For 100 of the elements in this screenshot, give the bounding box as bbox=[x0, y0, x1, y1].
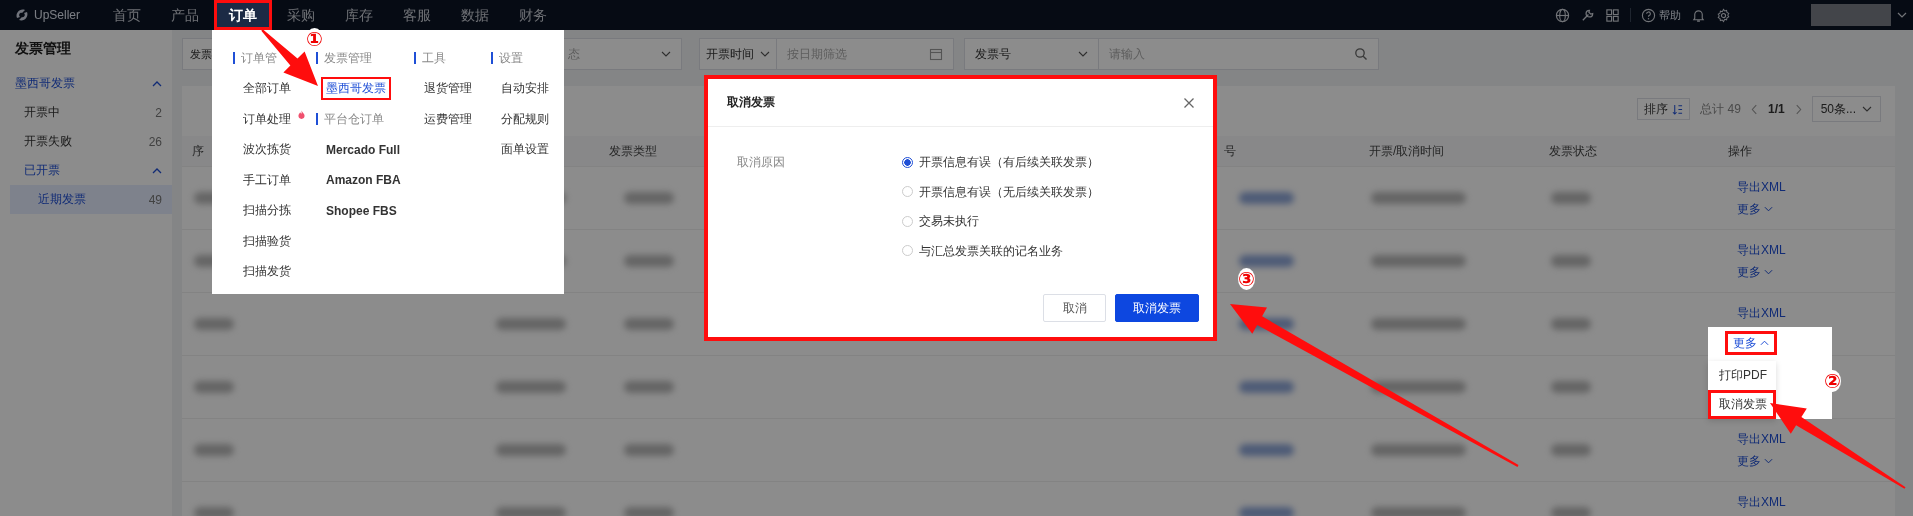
menu-item[interactable]: 手工订单 bbox=[238, 168, 296, 192]
blurred-text bbox=[496, 507, 566, 516]
apps-icon[interactable] bbox=[1605, 7, 1620, 23]
menu-item[interactable]: Mercado Full bbox=[321, 139, 405, 160]
menu-item[interactable]: 分配规则 bbox=[496, 107, 554, 131]
column-header: 发票类型 bbox=[609, 144, 657, 158]
sidebar-item[interactable]: 近期发票 49 bbox=[10, 185, 172, 214]
menu-item[interactable]: 波次拣货 bbox=[238, 138, 296, 162]
blurred-text bbox=[624, 192, 674, 204]
radio-option[interactable]: 开票信息有误（有后续关联发票） bbox=[902, 154, 1099, 170]
sidebar-item[interactable]: 开票失败 26 bbox=[0, 127, 172, 156]
chevron-down-icon bbox=[1862, 106, 1872, 112]
blurred-text bbox=[194, 318, 234, 330]
column-header: 发票状态 bbox=[1549, 144, 1597, 158]
menu-item[interactable]: 面单设置 bbox=[496, 138, 554, 162]
menu-section-title: 平台仓订单 bbox=[316, 104, 414, 135]
page-indicator: 1/1 bbox=[1767, 102, 1785, 116]
page-size-select[interactable]: 50条... bbox=[1811, 96, 1881, 122]
chevron-down-icon bbox=[1764, 269, 1773, 275]
export-link[interactable]: 导出XML bbox=[1737, 494, 1786, 510]
column-header: 开票/取消时间 bbox=[1369, 144, 1445, 158]
search-icon bbox=[1354, 47, 1368, 61]
nav-tab[interactable]: 财务 bbox=[504, 0, 562, 30]
nav-tab[interactable]: 库存 bbox=[330, 0, 388, 30]
filter-select[interactable]: 开票时间 bbox=[699, 38, 777, 70]
blurred-text bbox=[496, 381, 566, 393]
blurred-text bbox=[1551, 444, 1591, 456]
close-button[interactable] bbox=[1183, 96, 1195, 109]
radio-option[interactable]: 交易未执行 bbox=[902, 213, 1099, 229]
blurred-text bbox=[1239, 381, 1294, 393]
chevron-down-icon bbox=[1764, 206, 1773, 212]
blurred-text bbox=[1551, 381, 1591, 393]
menu-item[interactable]: Shopee FBS bbox=[321, 200, 402, 221]
logo-icon bbox=[14, 7, 30, 23]
sidebar-group[interactable]: 已开票 bbox=[0, 156, 172, 185]
menu-item[interactable]: 扫描发货 bbox=[238, 260, 296, 284]
more-dropdown[interactable]: 更多 bbox=[1725, 331, 1777, 355]
nav-tab[interactable]: 产品 bbox=[156, 0, 214, 30]
caret-icon[interactable] bbox=[1897, 12, 1907, 18]
cancel-button[interactable]: 取消 bbox=[1043, 294, 1106, 322]
more-dropdown[interactable]: 更多 bbox=[1737, 264, 1773, 280]
menu-item[interactable]: 取消发票 bbox=[1708, 390, 1776, 419]
menu-item[interactable]: Amazon FBA bbox=[321, 170, 406, 191]
wrench-icon[interactable] bbox=[1580, 7, 1595, 23]
filter-select[interactable]: 发票号 bbox=[964, 38, 1099, 70]
logo-text: UpSeller bbox=[34, 8, 81, 22]
blurred-text bbox=[1239, 444, 1294, 456]
bell-icon[interactable] bbox=[1691, 7, 1706, 23]
menu-item[interactable]: 扫描验货 bbox=[238, 229, 296, 253]
blurred-text bbox=[624, 318, 674, 330]
calendar-icon bbox=[929, 47, 943, 61]
nav-tab[interactable]: 数据 bbox=[446, 0, 504, 30]
blurred-text bbox=[194, 507, 234, 516]
menu-item[interactable]: 自动安排 bbox=[496, 77, 554, 101]
help-link[interactable]: 帮助 bbox=[1641, 7, 1681, 23]
nav-tab[interactable]: 订单 bbox=[214, 0, 272, 30]
menu-item[interactable]: 订单处理 bbox=[238, 107, 296, 131]
blurred-text bbox=[1551, 192, 1591, 204]
export-link[interactable]: 导出XML bbox=[1737, 431, 1786, 447]
confirm-button[interactable]: 取消发票 bbox=[1115, 294, 1199, 322]
blurred-text bbox=[624, 444, 674, 456]
item-count: 49 bbox=[148, 192, 162, 207]
column-header: 号 bbox=[1224, 144, 1236, 158]
blurred-text bbox=[496, 444, 566, 456]
sort-button[interactable]: 排序 bbox=[1637, 98, 1691, 120]
blurred-text bbox=[194, 381, 234, 393]
blurred-text bbox=[624, 255, 674, 267]
blurred-text bbox=[1551, 255, 1591, 267]
radio-option[interactable]: 与汇总发票关联的记名业务 bbox=[902, 242, 1099, 259]
sort-icon bbox=[1672, 103, 1684, 115]
menu-section-title: 工具 bbox=[414, 43, 491, 74]
blurred-text bbox=[194, 444, 234, 456]
export-link[interactable]: 导出XML bbox=[1737, 179, 1786, 195]
menu-item[interactable]: 墨西哥发票 bbox=[321, 77, 391, 101]
column-header: 序 bbox=[192, 144, 204, 158]
globe-icon[interactable] bbox=[1555, 7, 1570, 23]
menu-item[interactable]: 扫描分拣 bbox=[238, 199, 296, 223]
field-label: 取消原因 bbox=[737, 154, 786, 171]
settings-icon[interactable] bbox=[1716, 7, 1731, 23]
menu-item[interactable]: 退货管理 bbox=[419, 77, 477, 101]
menu-item[interactable]: 全部订单 bbox=[238, 77, 296, 101]
chevron-up-icon bbox=[1760, 340, 1769, 346]
more-dropdown[interactable]: 更多 bbox=[1737, 453, 1773, 469]
sidebar-group[interactable]: 墨西哥发票 bbox=[0, 69, 172, 98]
export-link[interactable]: 导出XML bbox=[1737, 242, 1786, 258]
dialog-title: 取消发票 bbox=[727, 94, 775, 111]
blurred-text bbox=[1239, 507, 1294, 516]
more-dropdown[interactable]: 更多 bbox=[1737, 201, 1773, 217]
nav-tab[interactable]: 客服 bbox=[388, 0, 446, 30]
item-count: 26 bbox=[148, 134, 162, 149]
radio-option[interactable]: 开票信息有误（无后续关联发票） bbox=[902, 183, 1099, 200]
menu-item[interactable]: 运费管理 bbox=[419, 107, 477, 131]
blurred-text bbox=[1551, 507, 1591, 516]
blurred-text bbox=[496, 318, 566, 330]
sidebar-item[interactable]: 开票中 2 bbox=[0, 98, 172, 127]
sidebar-title: 发票管理 bbox=[14, 39, 72, 58]
export-link[interactable]: 导出XML bbox=[1737, 305, 1786, 321]
menu-item[interactable]: 打印PDF bbox=[1708, 361, 1776, 390]
chevron-down-icon bbox=[661, 51, 671, 57]
nav-tab[interactable]: 首页 bbox=[98, 0, 156, 30]
